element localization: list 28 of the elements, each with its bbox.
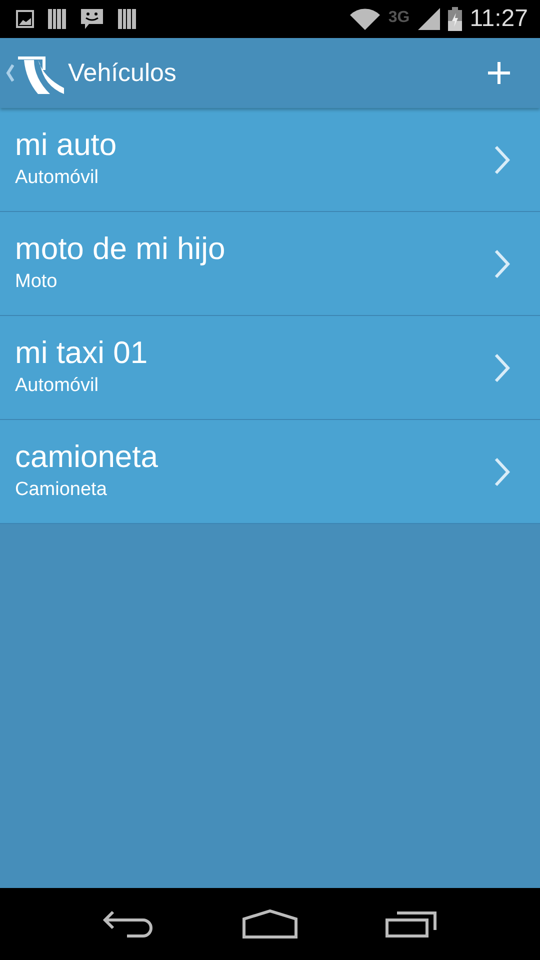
chevron-right-icon <box>494 144 510 174</box>
picture-icon <box>16 10 34 28</box>
vehicle-name: mi auto <box>15 126 117 162</box>
vehicle-type: Automóvil <box>15 166 100 188</box>
vehicle-type: Camioneta <box>15 478 108 500</box>
network-label: 3G <box>388 9 410 27</box>
chat-icon <box>80 7 104 31</box>
vehicle-type: Automóvil <box>15 374 100 396</box>
vehicle-name: moto de mi hijo <box>15 230 226 266</box>
vehicle-name: camioneta <box>15 438 158 474</box>
plus-icon <box>488 62 510 84</box>
barcode-icon <box>118 9 136 29</box>
vehicle-name: mi taxi 01 <box>15 334 148 370</box>
chevron-left-icon <box>6 64 14 82</box>
screen-title: Vehículos <box>68 58 178 88</box>
vehicle-list-item[interactable]: mi auto Automóvil <box>0 108 540 212</box>
battery-icon <box>448 7 462 31</box>
chevron-right-icon <box>494 248 510 278</box>
vehicle-list-item[interactable]: mi taxi 01 Automóvil <box>0 316 540 420</box>
chevron-right-icon <box>494 352 510 382</box>
barcode-icon <box>48 9 66 29</box>
wifi-icon <box>350 8 380 30</box>
vehicle-list-item[interactable]: moto de mi hijo Moto <box>0 212 540 316</box>
chevron-right-icon <box>494 456 510 486</box>
vehicle-list-item[interactable]: camioneta Camioneta <box>0 420 540 524</box>
vehicle-type: Moto <box>15 270 58 292</box>
clock: 11:27 <box>470 5 528 33</box>
signal-icon <box>418 8 440 30</box>
